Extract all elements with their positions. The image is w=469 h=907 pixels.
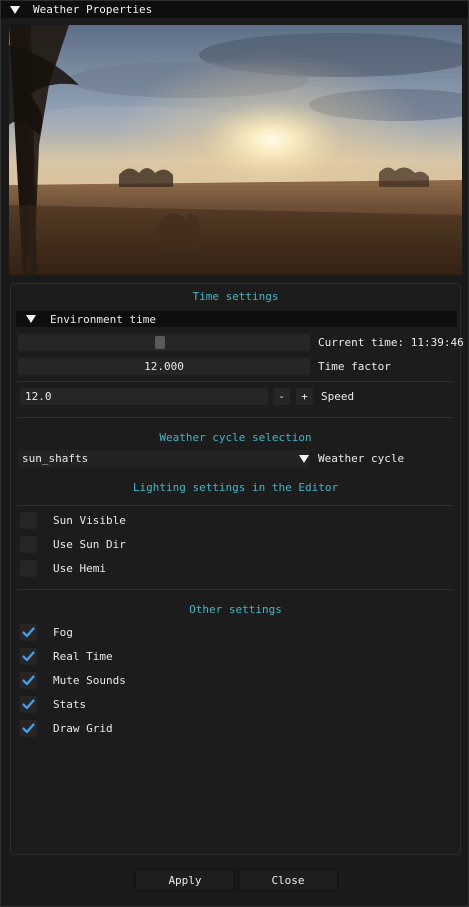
checkbox-draw-grid[interactable]: Draw Grid xyxy=(20,720,113,737)
other-settings-title: Other settings xyxy=(189,603,282,616)
separator xyxy=(17,589,454,590)
speed-decrement-button[interactable]: - xyxy=(273,388,290,405)
checkbox-label: Mute Sounds xyxy=(53,674,126,687)
lighting-settings-title: Lighting settings in the Editor xyxy=(132,481,339,494)
time-settings-title: Time settings xyxy=(192,290,279,303)
checkmark-icon xyxy=(22,723,35,734)
current-time-label: Current time: 11:39:46 xyxy=(318,336,464,349)
weather-preview-image xyxy=(9,25,462,275)
checkbox-label: Real Time xyxy=(53,650,113,663)
checkbox-box[interactable] xyxy=(20,560,37,577)
weather-cycle-combo[interactable]: sun_shafts xyxy=(18,450,310,467)
checkmark-icon xyxy=(22,699,35,710)
checkbox-label: Draw Grid xyxy=(53,722,113,735)
time-factor-input[interactable]: 12.000 xyxy=(18,358,310,375)
checkbox-label: Use Hemi xyxy=(53,562,106,575)
environment-time-header[interactable]: Environment time xyxy=(16,311,457,327)
checkbox-label: Use Sun Dir xyxy=(53,538,126,551)
checkmark-icon xyxy=(22,651,35,662)
weather-cycle-selected: sun_shafts xyxy=(22,452,89,465)
weather-properties-window: Weather Properties Time settings Environ… xyxy=(0,0,469,907)
close-button[interactable]: Close xyxy=(238,869,338,891)
current-time-slider[interactable] xyxy=(18,334,310,351)
checkbox-box[interactable] xyxy=(20,536,37,553)
separator xyxy=(17,381,454,382)
weather-cycle-label: Weather cycle xyxy=(318,452,405,465)
sunrise-landscape-picture xyxy=(9,25,462,275)
checkbox-real-time[interactable]: Real Time xyxy=(20,648,113,665)
separator xyxy=(17,417,454,418)
checkbox-mute-sounds[interactable]: Mute Sounds xyxy=(20,672,126,689)
checkmark-icon xyxy=(22,627,35,638)
window-title: Weather Properties xyxy=(33,3,153,16)
speed-increment-button[interactable]: + xyxy=(296,388,313,405)
checkbox-fog[interactable]: Fog xyxy=(20,624,73,641)
expand-triangle-icon[interactable] xyxy=(26,315,36,323)
speed-label: Speed xyxy=(321,390,355,403)
window-titlebar[interactable]: Weather Properties xyxy=(1,1,468,18)
apply-button[interactable]: Apply xyxy=(135,869,235,891)
checkbox-box[interactable] xyxy=(20,720,37,737)
chevron-down-icon[interactable] xyxy=(299,455,309,463)
time-factor-value: 12.000 xyxy=(144,360,184,373)
checkbox-label: Stats xyxy=(53,698,87,711)
checkbox-use-hemi[interactable]: Use Hemi xyxy=(20,560,106,577)
checkbox-box[interactable] xyxy=(20,696,37,713)
checkbox-label: Sun Visible xyxy=(53,514,126,527)
weather-cycle-title: Weather cycle selection xyxy=(159,431,312,444)
speed-value: 12.0 xyxy=(25,390,52,403)
checkbox-use-sun-dir[interactable]: Use Sun Dir xyxy=(20,536,126,553)
checkbox-stats[interactable]: Stats xyxy=(20,696,86,713)
checkbox-box[interactable] xyxy=(20,672,37,689)
speed-input[interactable]: 12.0 xyxy=(20,388,268,405)
collapse-triangle-icon[interactable] xyxy=(10,5,20,14)
settings-panel[interactable]: Time settings Environment time Current t… xyxy=(10,283,464,855)
slider-grab[interactable] xyxy=(155,336,165,349)
checkbox-box[interactable] xyxy=(20,512,37,529)
environment-time-label: Environment time xyxy=(50,312,156,326)
checkbox-box[interactable] xyxy=(20,624,37,641)
checkmark-icon xyxy=(22,675,35,686)
checkbox-box[interactable] xyxy=(20,648,37,665)
checkbox-sun-visible[interactable]: Sun Visible xyxy=(20,512,126,529)
separator xyxy=(17,505,454,506)
time-factor-label: Time factor xyxy=(318,360,391,373)
checkbox-label: Fog xyxy=(53,626,73,639)
